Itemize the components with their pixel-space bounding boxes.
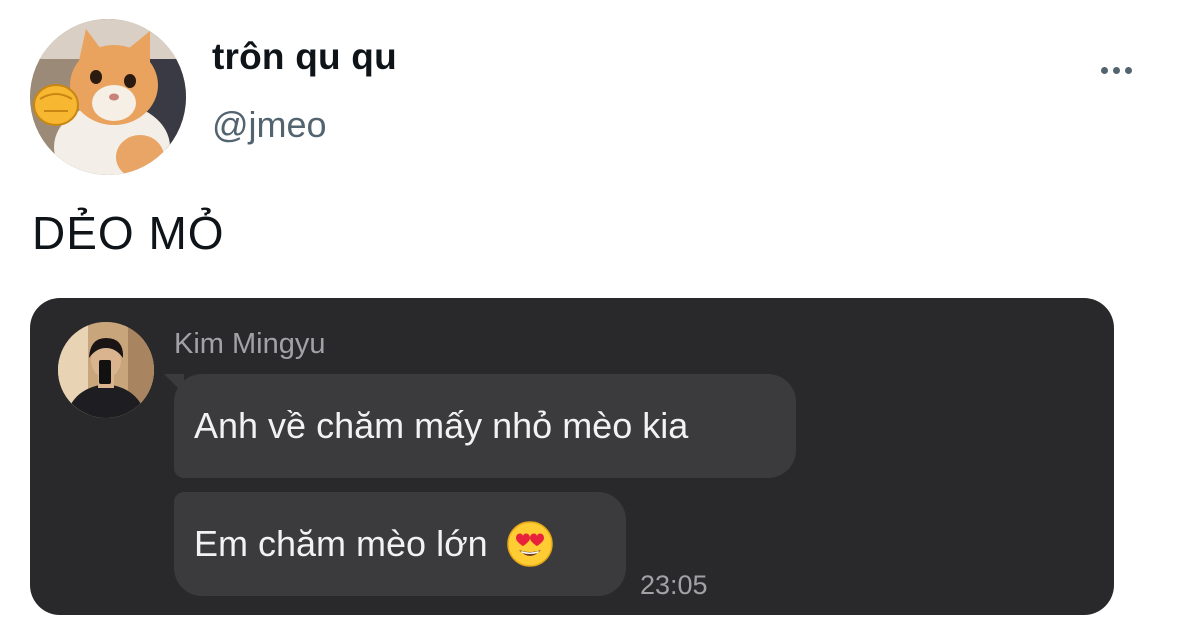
sender-name: Kim Mingyu xyxy=(174,328,326,360)
more-options-dot xyxy=(1100,66,1108,74)
more-options-dot xyxy=(1112,66,1120,74)
message-text: Em chăm mèo lớn xyxy=(194,523,488,564)
tweet-text: DẺO MỎ xyxy=(32,207,225,259)
chat-screenshot[interactable]: Kim Mingyu Anh về chăm mấy nhỏ mèo kia E… xyxy=(30,298,1114,615)
message-timestamp: 23:05 xyxy=(640,570,708,600)
person-avatar-icon xyxy=(58,322,154,418)
message-text: Anh về chăm mấy nhỏ mèo kia xyxy=(194,405,689,446)
author-display-name[interactable]: trôn qu qu xyxy=(212,36,397,78)
more-options-dot xyxy=(1124,66,1132,74)
message-bubble[interactable]: Em chăm mèo lớn xyxy=(174,492,626,596)
more-options-icon[interactable] xyxy=(1092,56,1140,84)
heart-eyes-emoji-icon xyxy=(506,520,554,568)
author-avatar[interactable] xyxy=(30,19,186,175)
message-bubble[interactable]: Anh về chăm mấy nhỏ mèo kia xyxy=(174,374,796,478)
author-handle[interactable]: @jmeo xyxy=(212,104,327,146)
sender-avatar xyxy=(58,322,154,418)
cat-avatar-icon xyxy=(30,19,186,175)
